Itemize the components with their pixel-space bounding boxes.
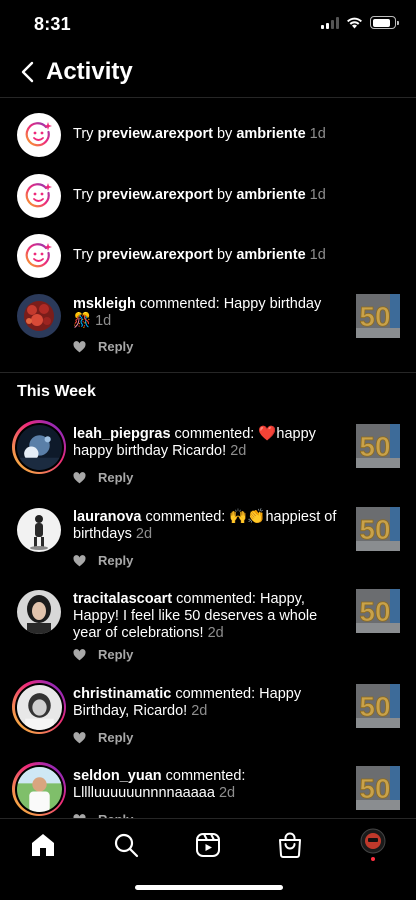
avatar[interactable]: [12, 762, 66, 816]
username[interactable]: ambriente: [236, 247, 305, 263]
wifi-icon: [347, 17, 362, 29]
username[interactable]: ambriente: [236, 126, 305, 142]
post-thumbnail[interactable]: 50: [356, 294, 400, 338]
activity-header: Activity: [0, 48, 416, 98]
comment-text[interactable]: mskleigh commented: Happy birthday 🎊 1d: [73, 296, 345, 330]
notification-text[interactable]: Try preview.arexport by ambriente 1d: [73, 187, 345, 204]
home-indicator[interactable]: [135, 885, 283, 890]
comment-text[interactable]: lauranova commented: 🙌👏happiest of birth…: [73, 509, 345, 543]
page-title: Activity: [46, 58, 133, 85]
balloon-50-image: 50: [356, 507, 400, 551]
heart-icon[interactable]: [73, 340, 86, 353]
timestamp: 2d: [230, 443, 247, 459]
comment-actions: Reply: [73, 647, 133, 662]
avatar[interactable]: [17, 508, 61, 552]
reply-button[interactable]: Reply: [98, 470, 133, 485]
status-bar: 8:31: [0, 0, 416, 48]
timestamp: 1d: [309, 247, 326, 263]
comment-notification-lauranova[interactable]: lauranova commented: 🙌👏happiest of birth…: [0, 503, 416, 573]
shop-icon[interactable]: [274, 829, 306, 861]
heart-icon[interactable]: [73, 471, 86, 484]
notification-text[interactable]: Try preview.arexport by ambriente 1d: [73, 247, 345, 264]
status-time: 8:31: [34, 14, 71, 34]
timestamp: 1d: [95, 313, 112, 329]
balloon-50-image: 50: [356, 424, 400, 468]
effect-name[interactable]: preview.arexport: [97, 247, 213, 263]
balloon-50-image: 50: [356, 684, 400, 728]
username[interactable]: christinamatic: [73, 686, 171, 702]
timestamp: 2d: [191, 703, 208, 719]
ar-effect-notification[interactable]: Try preview.arexport by ambriente 1d: [0, 171, 416, 221]
svg-text:50: 50: [359, 596, 390, 627]
avatar[interactable]: [17, 294, 61, 338]
comment-actions: Reply: [73, 470, 133, 485]
username[interactable]: mskleigh: [73, 296, 136, 312]
ar-effect-notification[interactable]: Try preview.arexport by ambriente 1d: [0, 231, 416, 281]
section-divider: [0, 372, 416, 373]
ar-effect-icon[interactable]: [17, 113, 61, 157]
post-thumbnail[interactable]: 50: [356, 507, 400, 551]
effect-name[interactable]: preview.arexport: [97, 126, 213, 142]
home-icon[interactable]: [27, 829, 59, 861]
comment-notification-leah_piepgras[interactable]: leah_piepgras commented: ❤️happy happy b…: [0, 420, 416, 490]
comment-actions: Reply: [73, 553, 133, 568]
effect-name[interactable]: preview.arexport: [97, 187, 213, 203]
svg-text:50: 50: [359, 301, 390, 332]
comment-text[interactable]: tracitalascoart commented: Happy, Happy!…: [73, 591, 345, 642]
svg-text:50: 50: [359, 773, 390, 804]
heart-icon[interactable]: [73, 648, 86, 661]
timestamp: 2d: [218, 785, 236, 801]
comment-actions: Reply: [73, 339, 133, 354]
avatar[interactable]: [12, 680, 66, 734]
profile-avatar[interactable]: [357, 828, 389, 861]
post-thumbnail[interactable]: 50: [356, 766, 400, 810]
reply-button[interactable]: Reply: [98, 553, 133, 568]
comment-actions: Reply: [73, 730, 133, 745]
timestamp: 1d: [309, 187, 326, 203]
username[interactable]: lauranova: [73, 509, 142, 525]
reels-icon[interactable]: [192, 829, 224, 861]
reply-button[interactable]: Reply: [98, 339, 133, 354]
ar-effect-icon[interactable]: [17, 174, 61, 218]
heart-icon[interactable]: [73, 554, 86, 567]
ar-effect-icon[interactable]: [17, 234, 61, 278]
comment-notification-christinamatic[interactable]: christinamatic commented: Happy Birthday…: [0, 680, 416, 750]
comment-text[interactable]: seldon_yuan commented: Llllluuuuuunnnnaa…: [73, 768, 345, 802]
svg-text:50: 50: [359, 431, 390, 462]
balloon-50-image: 50: [356, 294, 400, 338]
reply-button[interactable]: Reply: [98, 730, 133, 745]
notification-text[interactable]: Try preview.arexport by ambriente 1d: [73, 126, 345, 143]
comment-notification-tracitalascoart[interactable]: tracitalascoart commented: Happy, Happy!…: [0, 585, 416, 665]
avatar[interactable]: [12, 420, 66, 474]
notification-row-mskleigh[interactable]: mskleigh commented: Happy birthday 🎊 1d …: [0, 292, 416, 362]
balloon-50-image: 50: [356, 766, 400, 810]
cellular-signal-icon: [321, 16, 339, 29]
username[interactable]: ambriente: [236, 187, 305, 203]
ar-effect-notification[interactable]: Try preview.arexport by ambriente 1d: [0, 110, 416, 160]
balloon-50-image: 50: [356, 589, 400, 633]
timestamp: 1d: [309, 126, 326, 142]
timestamp: 2d: [135, 526, 153, 542]
comment-notification-seldon_yuan[interactable]: seldon_yuan commented: Llllluuuuuunnnnaa…: [0, 762, 416, 827]
username[interactable]: leah_piepgras: [73, 426, 171, 442]
username[interactable]: seldon_yuan: [73, 768, 162, 784]
search-icon[interactable]: [110, 829, 142, 861]
username[interactable]: tracitalascoart: [73, 591, 172, 607]
avatar[interactable]: [17, 590, 61, 634]
reply-button[interactable]: Reply: [98, 647, 133, 662]
svg-text:50: 50: [359, 691, 390, 722]
comment-text[interactable]: christinamatic commented: Happy Birthday…: [73, 686, 345, 720]
battery-icon: [370, 16, 399, 29]
timestamp: 2d: [207, 625, 224, 641]
comment-text[interactable]: leah_piepgras commented: ❤️happy happy b…: [73, 426, 345, 460]
post-thumbnail[interactable]: 50: [356, 424, 400, 468]
heart-icon[interactable]: [73, 731, 86, 744]
post-thumbnail[interactable]: 50: [356, 589, 400, 633]
back-arrow-icon[interactable]: [14, 58, 42, 86]
status-icons: [321, 16, 399, 29]
svg-text:50: 50: [359, 514, 390, 545]
section-title: This Week: [17, 383, 96, 400]
post-thumbnail[interactable]: 50: [356, 684, 400, 728]
